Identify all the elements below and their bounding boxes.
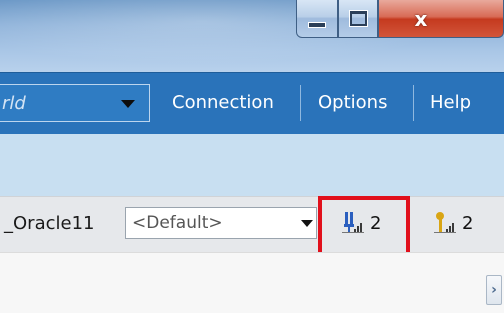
status-gold-signal[interactable]: 2 [432,205,473,241]
chevron-right-icon: › [491,282,497,298]
connection-toolbar: _Oracle11 <Default> [0,196,504,253]
maximize-icon [348,10,368,27]
minimize-icon [308,21,326,28]
chevron-down-icon [121,100,135,108]
title-bar: x [0,0,504,72]
chevron-down-icon[interactable] [298,208,316,238]
profile-select-value: <Default> [132,213,223,233]
menu-connection[interactable]: Connection [172,92,274,113]
minimize-button[interactable] [296,0,338,38]
maximize-button[interactable] [338,0,378,38]
content-area: › [0,252,504,313]
ribbon-band [0,134,504,196]
signal-blue-icon [340,210,366,236]
profile-select[interactable]: <Default> [125,207,317,239]
status-blue-signal[interactable]: 2 [340,205,381,241]
signal-gold-icon [432,210,458,236]
status-blue-count: 2 [370,212,382,234]
menu-options[interactable]: Options [318,92,387,113]
menu-divider [413,85,414,121]
close-button[interactable]: x [378,0,504,38]
app-window: x rld Connection Options Help _Oracle11 … [0,0,504,313]
database-select-value: rld [2,93,26,114]
close-icon: x [414,6,428,31]
connection-name: _Oracle11 [4,213,95,234]
menu-bar: rld Connection Options Help [0,72,504,135]
menu-help[interactable]: Help [430,92,471,113]
menu-divider [300,85,301,121]
scroll-right-button[interactable]: › [486,275,502,305]
database-select[interactable]: rld [0,84,150,122]
status-gold-count: 2 [462,212,474,234]
